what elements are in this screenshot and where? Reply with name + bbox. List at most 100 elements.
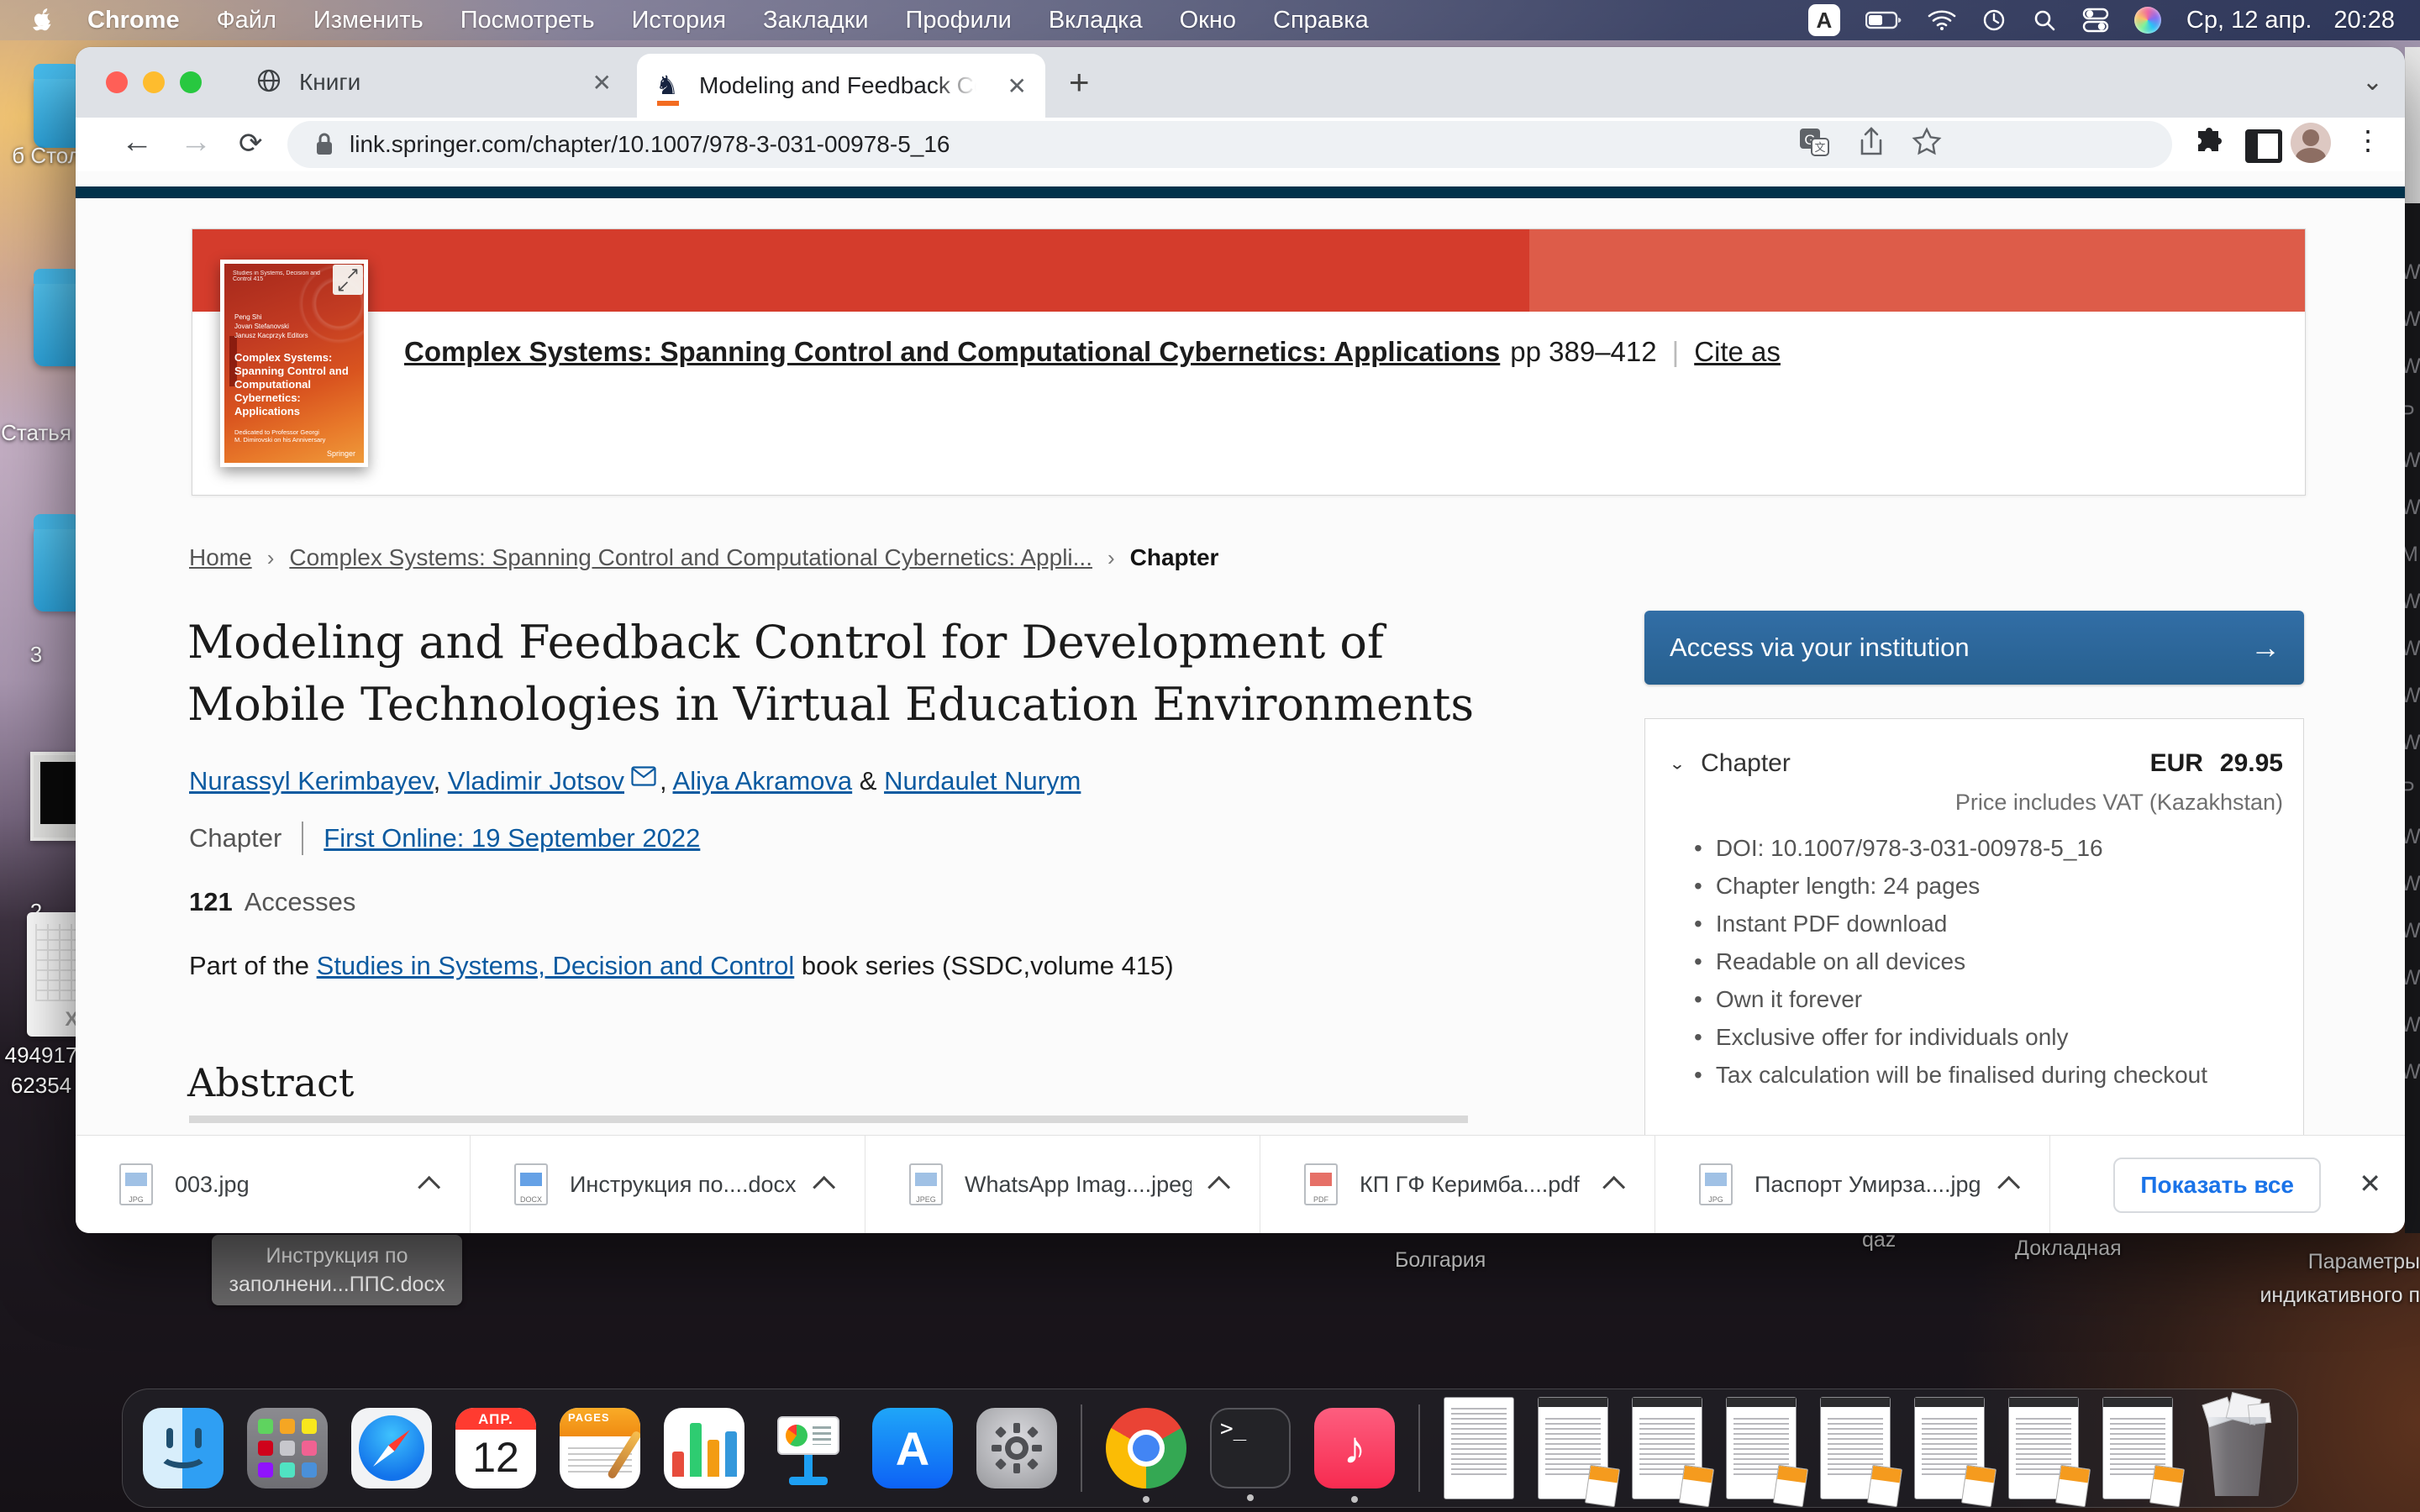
minimized-document[interactable] [1914, 1397, 1985, 1499]
traffic-light-minimize[interactable] [143, 71, 165, 93]
breadcrumb-home-link[interactable]: Home [189, 544, 252, 570]
minimized-document[interactable] [1444, 1397, 1514, 1499]
menu-item-view[interactable]: Посмотреть [460, 7, 595, 34]
new-tab-button[interactable]: + [1069, 62, 1090, 102]
minimized-document[interactable] [2008, 1397, 2079, 1499]
minimized-document[interactable] [1538, 1397, 1608, 1499]
download-item-pdf[interactable]: PDF КП ГФ Керимба....pdf [1260, 1136, 1655, 1233]
close-downloads-bar-icon[interactable]: ✕ [2359, 1168, 2381, 1200]
macos-menu-bar: Chrome Файл Изменить Посмотреть История … [0, 0, 2420, 40]
input-source-icon[interactable]: A [1808, 4, 1840, 36]
extensions-puzzle-icon[interactable] [2193, 128, 2225, 160]
apple-icon[interactable] [32, 8, 54, 33]
author-link-kerimbayev[interactable]: Nurassyl Kerimbayev [189, 766, 434, 795]
traffic-light-close[interactable] [106, 71, 128, 93]
breadcrumb-book-link[interactable]: Complex Systems: Spanning Control and Co… [289, 544, 1092, 570]
edge-letter: W [2405, 731, 2420, 755]
dock-chrome-icon[interactable] [1106, 1408, 1186, 1488]
profile-avatar[interactable] [2291, 123, 2331, 163]
menu-item-help[interactable]: Справка [1273, 7, 1369, 34]
battery-icon[interactable] [1865, 10, 1902, 30]
cover-expand-icon[interactable]: ↗↙ [333, 265, 363, 295]
dock-appstore-icon[interactable]: A [872, 1408, 953, 1488]
desktop-label-params[interactable]: Параметры индикативного п [2151, 1245, 2420, 1312]
dock-pages-icon[interactable]: PAGES [560, 1408, 640, 1488]
wifi-icon[interactable] [1928, 9, 1956, 31]
tab-close-icon[interactable]: ✕ [592, 69, 612, 97]
edge-letter: W [2405, 872, 2420, 896]
forward-button[interactable]: → [180, 124, 212, 160]
chevron-up-icon[interactable] [1602, 1175, 1625, 1198]
author-link-nurym[interactable]: Nurdaulet Nurym [884, 766, 1081, 795]
download-item-003jpg[interactable]: JPG 003.jpg [76, 1136, 471, 1233]
minimized-document[interactable] [1632, 1397, 1702, 1499]
dock-settings-icon[interactable] [976, 1408, 1057, 1488]
series-link[interactable]: Studies in Systems, Decision and Control [317, 951, 795, 980]
url-text: link.springer.com/chapter/10.1007/978-3-… [350, 131, 950, 158]
tab-close-icon[interactable]: ✕ [1007, 72, 1027, 100]
author-link-akramova[interactable]: Aliya Akramova [673, 766, 853, 795]
desktop-label-bolgaria[interactable]: Болгария [1395, 1248, 1486, 1273]
dock-keynote-icon[interactable] [768, 1408, 849, 1488]
dock-trash-icon[interactable] [2196, 1399, 2277, 1498]
tab-books[interactable]: Книги ✕ [244, 47, 630, 118]
email-envelope-icon[interactable] [631, 763, 656, 792]
side-panel-icon[interactable] [2245, 129, 2282, 163]
download-item-docx[interactable]: DOCX Инструкция по....docx [471, 1136, 865, 1233]
menu-item-profiles[interactable]: Профили [906, 7, 1012, 34]
lock-icon[interactable] [314, 132, 334, 157]
back-button[interactable]: ← [121, 124, 153, 160]
share-icon[interactable] [1857, 127, 1886, 159]
siri-icon[interactable] [2134, 7, 2161, 34]
tab-active-chapter[interactable]: ♞ Modeling and Feedback Contr ✕ [637, 54, 1045, 118]
reload-button[interactable]: ⟳ [239, 127, 263, 160]
menu-item-tab[interactable]: Вкладка [1049, 7, 1143, 34]
chevron-up-icon[interactable] [1997, 1175, 2020, 1198]
download-item-whatsapp-jpeg[interactable]: JPEG WhatsApp Imag....jpeg [865, 1136, 1260, 1233]
background-window-edge-top [2405, 47, 2420, 203]
show-all-downloads-button[interactable]: Показать все [2113, 1158, 2321, 1213]
dock-launchpad-icon[interactable] [247, 1408, 328, 1488]
dock-terminal-icon[interactable]: >_ [1210, 1408, 1291, 1488]
menu-item-edit[interactable]: Изменить [313, 7, 424, 34]
chevron-up-icon[interactable] [813, 1175, 835, 1198]
address-bar[interactable]: link.springer.com/chapter/10.1007/978-3-… [287, 121, 2172, 168]
menu-item-history[interactable]: История [632, 7, 726, 34]
minimized-document[interactable] [1726, 1397, 1797, 1499]
minimized-document[interactable] [1820, 1397, 1891, 1499]
dock-music-icon[interactable]: ♪ [1314, 1408, 1395, 1488]
desktop-selected-file-label[interactable]: Инструкция по заполнени...ППС.docx [212, 1235, 462, 1305]
cite-as-link[interactable]: Cite as [1694, 336, 1781, 367]
book-title-link[interactable]: Complex Systems: Spanning Control and Co… [404, 336, 1500, 367]
chapter-title: Modeling and Feedback Control for Develo… [187, 612, 1498, 736]
menu-item-chrome[interactable]: Chrome [87, 7, 180, 34]
bookmark-star-icon[interactable] [1912, 127, 1942, 157]
traffic-light-zoom[interactable] [180, 71, 202, 93]
file-ext: DOCX [516, 1195, 546, 1204]
download-item-passport-jpg[interactable]: JPG Паспорт Умирза....jpg [1655, 1136, 2050, 1233]
menu-item-window[interactable]: Окно [1180, 7, 1236, 34]
menu-bar-clock[interactable]: Ср, 12 апр. 20:28 [2186, 7, 2395, 34]
translate-icon[interactable]: G文 [1798, 127, 1830, 159]
book-cover[interactable]: Studies in Systems, Decision and Control… [220, 260, 368, 467]
time-machine-icon[interactable] [1981, 8, 2007, 33]
chevron-up-icon[interactable] [1207, 1175, 1230, 1198]
purchase-card-header[interactable]: ⌄ Chapter EUR 29.95 [1669, 749, 2283, 778]
dock-numbers-icon[interactable] [664, 1408, 744, 1488]
menu-item-bookmarks[interactable]: Закладки [763, 7, 869, 34]
tab-search-chevron-icon[interactable]: ⌄ [2362, 67, 2383, 97]
access-institution-button[interactable]: Access via your institution → [1644, 611, 2304, 685]
author-link-jotsov[interactable]: Vladimir Jotsov [448, 766, 624, 795]
dock-calendar-icon[interactable]: АПР. 12 [455, 1408, 536, 1488]
dock-safari-icon[interactable] [351, 1408, 432, 1488]
menu-item-file[interactable]: Файл [217, 7, 276, 34]
control-center-icon[interactable] [2082, 8, 2109, 33]
spotlight-search-icon[interactable] [2032, 8, 2057, 33]
minimized-document[interactable] [2102, 1397, 2173, 1499]
chevron-up-icon[interactable] [418, 1175, 440, 1198]
first-online-link[interactable]: First Online: 19 September 2022 [324, 823, 700, 853]
breadcrumb: Home›Complex Systems: Spanning Control a… [189, 544, 1218, 571]
dock-finder-icon[interactable] [143, 1408, 224, 1488]
browser-menu-dots-icon[interactable]: ⋮ [2354, 124, 2381, 156]
desktop-label-dokladnaya[interactable]: Докладная [2015, 1236, 2122, 1261]
